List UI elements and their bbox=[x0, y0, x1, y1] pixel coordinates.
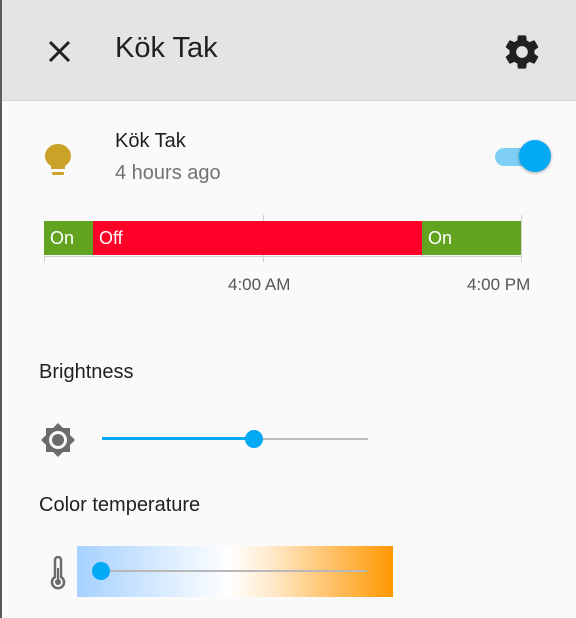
dialog-title: Kök Tak bbox=[115, 32, 218, 64]
settings-button[interactable] bbox=[502, 32, 542, 72]
slider-thumb[interactable] bbox=[92, 562, 110, 580]
bulb-glass bbox=[45, 144, 71, 169]
thermometer-icon bbox=[46, 555, 70, 590]
segment-label: On bbox=[428, 228, 453, 248]
time-label: 4:00 AM bbox=[228, 275, 291, 294]
close-icon bbox=[48, 40, 71, 63]
bulb-base bbox=[52, 172, 64, 175]
toggle-thumb[interactable] bbox=[519, 140, 551, 172]
color-temperature-slider[interactable] bbox=[77, 546, 393, 597]
segment-label: On bbox=[50, 228, 75, 248]
history-segment[interactable]: On bbox=[422, 221, 521, 255]
entity-name: Kök Tak bbox=[115, 130, 186, 152]
brightness-slider[interactable] bbox=[102, 424, 368, 454]
timeline-tick-start bbox=[44, 256, 45, 262]
light-toggle[interactable] bbox=[492, 138, 554, 176]
brightness-label: Brightness bbox=[39, 361, 134, 383]
state-history-timeline: On Off On 4:00 AM 4:00 PM bbox=[0, 205, 576, 315]
history-segment[interactable]: On bbox=[44, 221, 93, 255]
slider-fill bbox=[102, 437, 254, 440]
brightness-icon bbox=[40, 422, 76, 458]
close-button[interactable] bbox=[42, 34, 78, 70]
gear-icon bbox=[505, 35, 539, 69]
history-segment[interactable]: Off bbox=[93, 221, 422, 255]
last-changed: 4 hours ago bbox=[115, 162, 221, 184]
lightbulb-icon bbox=[42, 142, 74, 180]
timeline-tick-end bbox=[521, 215, 522, 262]
time-label: 4:00 PM bbox=[467, 275, 531, 294]
timeline-axis bbox=[44, 256, 522, 257]
dialog-header: Kök Tak bbox=[2, 0, 576, 101]
segment-label: Off bbox=[99, 228, 123, 248]
slider-thumb[interactable] bbox=[244, 430, 263, 448]
slider-track bbox=[101, 570, 367, 572]
color-temperature-label: Color temperature bbox=[39, 494, 201, 516]
